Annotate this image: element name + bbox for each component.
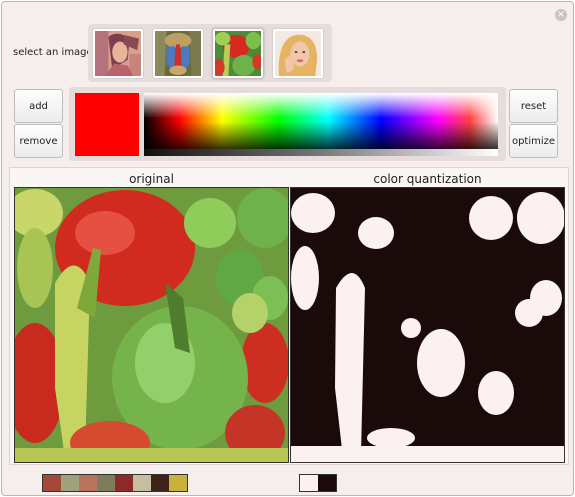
woman-portrait-image (95, 31, 141, 76)
palette-chip (169, 475, 187, 491)
add-button[interactable]: add (14, 89, 63, 123)
palette-chip (151, 475, 169, 491)
app-window: × select an image add remove reset optim… (1, 1, 574, 496)
thumbnail-blonde-portrait[interactable] (272, 28, 324, 79)
optimize-button[interactable]: optimize (509, 124, 558, 158)
thumbnail-peppers[interactable] (212, 28, 264, 79)
palette-chip (43, 475, 61, 491)
mandrill-image (155, 31, 201, 76)
palette-chip (79, 475, 97, 491)
thumbnail-woman-portrait[interactable] (92, 28, 144, 79)
quantized-image (290, 187, 565, 463)
palette-chip (318, 475, 336, 491)
palette-chip (133, 475, 151, 491)
peppers-original-image (15, 188, 288, 462)
original-title: original (129, 172, 174, 186)
thumbnail-mandrill[interactable] (152, 28, 204, 79)
original-palette (42, 474, 188, 492)
palette-chip (115, 475, 133, 491)
reset-button[interactable]: reset (509, 89, 558, 123)
close-icon[interactable]: × (555, 9, 567, 21)
blonde-portrait-image (275, 31, 321, 76)
color-picker (69, 87, 506, 161)
peppers-quantized-image (291, 188, 564, 462)
remove-button[interactable]: remove (14, 124, 63, 158)
color-spectrum[interactable] (144, 93, 498, 156)
brightness-bar[interactable] (144, 149, 498, 156)
quantized-palette (299, 474, 337, 492)
original-image (14, 187, 289, 463)
image-selector (88, 24, 332, 82)
palette-chip (97, 475, 115, 491)
peppers-thumbnail-image (213, 31, 262, 76)
image-comparison-panel: original color quantization (9, 167, 569, 465)
current-color-swatch[interactable] (75, 93, 139, 156)
quantized-title: color quantization (373, 172, 482, 186)
palette-chip (61, 475, 79, 491)
palette-chip (300, 475, 318, 491)
select-image-label: select an image (13, 47, 93, 58)
